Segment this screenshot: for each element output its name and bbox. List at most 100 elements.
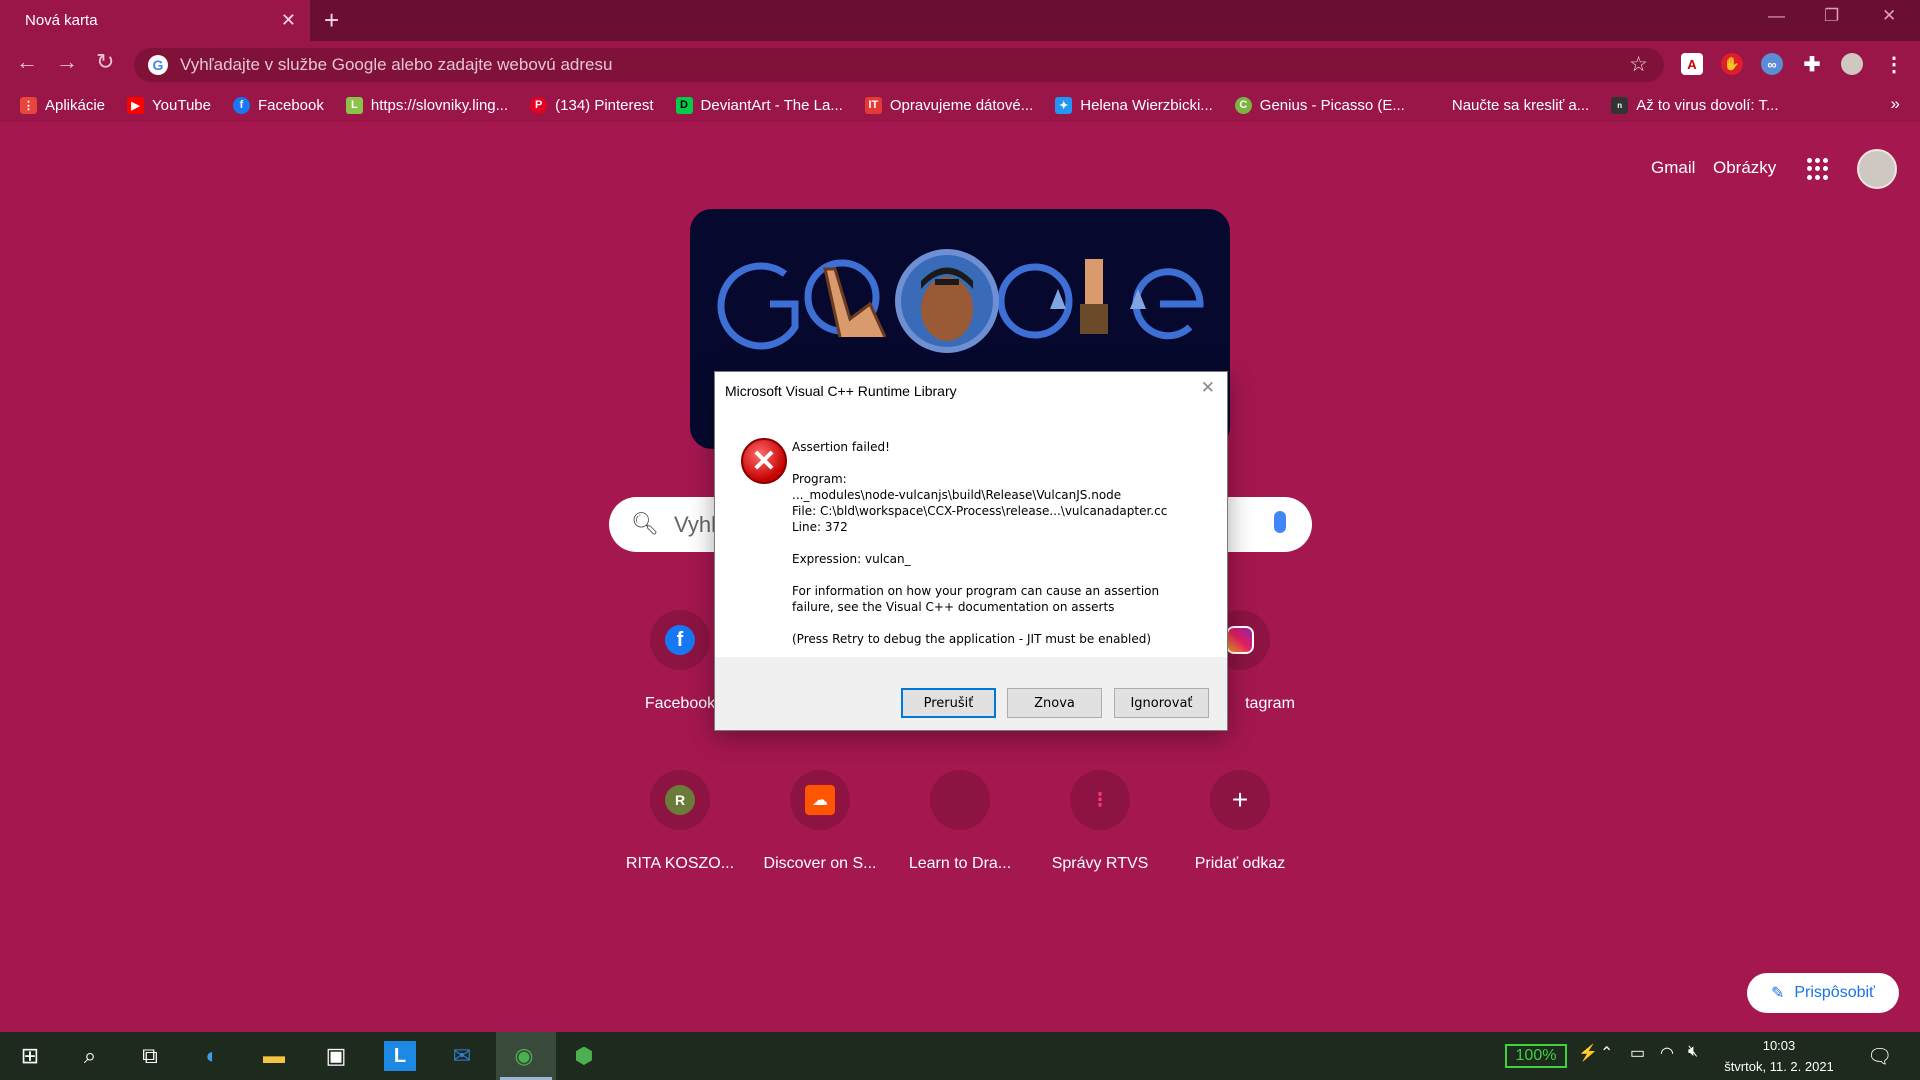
facebook-icon: f <box>232 96 250 114</box>
bookmark-naucte[interactable]: Naučte sa kresliť a... <box>1427 97 1589 114</box>
shortcut-label: RITA KOSZO... <box>625 855 735 872</box>
instagram-icon <box>1226 626 1254 654</box>
extension-acrobat-icon[interactable]: A <box>1681 53 1703 75</box>
clock-date: štvrtok, 11. 2. 2021 <box>1724 1059 1834 1074</box>
genius-icon: C <box>1234 96 1252 114</box>
file-explorer-icon[interactable]: ▬ <box>258 1041 290 1071</box>
bookmark-star-icon[interactable]: ☆ <box>1629 52 1648 77</box>
message-line: (Press Retry to debug the application - … <box>792 632 1152 646</box>
minimize-icon[interactable]: — <box>1768 6 1785 26</box>
apps-icon: ⋮ <box>20 96 37 114</box>
close-window-icon[interactable]: ✕ <box>1882 6 1896 26</box>
bookmark-opravujeme[interactable]: IT Opravujeme dátové... <box>864 96 1034 114</box>
dialog-close-icon[interactable]: ✕ <box>1201 378 1215 398</box>
bookmarks-more-icon[interactable]: » <box>1891 94 1900 114</box>
shortcut-label: Správy RTVS <box>1051 855 1149 872</box>
facebook-icon: f <box>665 625 695 655</box>
bookmark-label: Helena Wierzbicki... <box>1080 96 1213 114</box>
extension-adblock-icon[interactable]: ✋ <box>1721 53 1743 75</box>
shortcut-rita[interactable]: R RITA KOSZO... <box>610 770 750 873</box>
shortcut-tile: f <box>650 610 710 670</box>
search-icon: 🔍︎ <box>631 511 659 536</box>
abort-button[interactable]: Prerušiť <box>901 688 996 718</box>
clock-time: 10:03 <box>1762 1038 1796 1053</box>
slovniky-icon: L <box>345 96 363 114</box>
bookmark-label: Facebook <box>257 96 324 114</box>
task-view-icon[interactable]: ⧉ <box>134 1041 166 1071</box>
battery-icon[interactable]: ▭ <box>1630 1043 1645 1063</box>
store-icon[interactable]: ▣ <box>320 1041 352 1071</box>
address-bar[interactable]: G Vyhľadajte v službe Google alebo zadaj… <box>134 48 1664 82</box>
bookmark-label: YouTube <box>152 96 211 114</box>
nodejs-icon[interactable]: ⬢ <box>568 1041 600 1071</box>
profile-avatar-icon[interactable] <box>1841 53 1863 75</box>
assertion-dialog: Microsoft Visual C++ Runtime Library ✕ ✕… <box>714 371 1228 731</box>
deviantart-icon: D <box>675 96 693 114</box>
bookmarks-bar: ⋮ Aplikácie ▶ YouTube f Facebook L https… <box>0 88 1920 122</box>
bookmark-label: https://slovniky.ling... <box>370 96 509 114</box>
customize-button[interactable]: ✎ Prispôsobiť <box>1747 973 1899 1013</box>
ignore-button[interactable]: Ignorovať <box>1114 688 1209 718</box>
shortcut-add[interactable]: + Pridať odkaz <box>1170 770 1310 873</box>
images-link[interactable]: Obrázky <box>1713 158 1776 178</box>
extension-glasses-icon[interactable]: ∞ <box>1761 53 1783 75</box>
helena-icon: ✦ <box>1055 96 1073 114</box>
bookmark-label: (134) Pinterest <box>555 96 654 114</box>
shortcut-rtvs[interactable]: ⁝ Správy RTVS <box>1030 770 1170 873</box>
google-apps-icon[interactable] <box>1807 158 1829 180</box>
bookmark-slovniky[interactable]: L https://slovniky.ling... <box>345 96 509 114</box>
bookmark-virus[interactable]: n Až to virus dovolí: T... <box>1611 96 1778 114</box>
power-plug-icon[interactable]: ⚡ <box>1578 1043 1598 1063</box>
it-icon: IT <box>864 96 882 114</box>
shortcut-label: Discover on S... <box>763 855 877 872</box>
tab-new-tab[interactable]: Nová karta ✕ <box>0 0 310 41</box>
bookmark-label: Genius - Picasso (E... <box>1259 96 1405 114</box>
tab-title: Nová karta <box>25 12 98 29</box>
plus-icon: + <box>1231 784 1249 815</box>
battery-indicator[interactable]: 100% <box>1505 1044 1567 1068</box>
shortcut-tile <box>930 770 990 830</box>
bookmark-pinterest[interactable]: P (134) Pinterest <box>530 96 654 114</box>
bookmark-helena[interactable]: ✦ Helena Wierzbicki... <box>1055 96 1213 114</box>
shortcut-label: Pridať odkaz <box>1194 855 1286 872</box>
retry-button[interactable]: Znova <box>1007 688 1102 718</box>
bookmark-label: Opravujeme dátové... <box>889 96 1034 114</box>
reload-icon[interactable]: ↻ <box>96 49 114 75</box>
bookmark-deviantart[interactable]: D DeviantArt - The La... <box>675 96 843 114</box>
bookmark-facebook[interactable]: f Facebook <box>232 96 324 114</box>
microphone-icon[interactable] <box>1274 511 1286 533</box>
notification-center-icon[interactable]: 🗨︎ <box>1867 1044 1892 1069</box>
shortcut-soundcloud[interactable]: ☁ Discover on S... <box>750 770 890 873</box>
rtvs-icon: ⁝ <box>1096 787 1104 812</box>
back-icon[interactable]: ← <box>16 49 38 75</box>
message-line: failure, see the Visual C++ documentatio… <box>792 600 1115 614</box>
bookmark-genius[interactable]: C Genius - Picasso (E... <box>1234 96 1405 114</box>
extensions-puzzle-icon[interactable]: ✚ <box>1801 53 1823 76</box>
shortcut-label: Learn to Dra... <box>908 855 1012 872</box>
message-line: Program: <box>792 472 847 486</box>
lingea-icon[interactable]: L <box>384 1041 416 1071</box>
wifi-icon[interactable]: ◠ <box>1660 1043 1674 1063</box>
windows-start-icon[interactable]: ⊞ <box>14 1041 46 1071</box>
chrome-icon[interactable]: ◉ <box>508 1041 540 1071</box>
tab-strip: Nová karta ✕ + — ❐ ✕ <box>0 0 1920 41</box>
bookmark-apps[interactable]: ⋮ Aplikácie <box>20 96 105 114</box>
mail-icon[interactable]: ✉ <box>446 1041 478 1071</box>
forward-icon[interactable]: → <box>56 49 78 75</box>
new-tab-button[interactable]: + <box>324 5 339 36</box>
bookmark-youtube[interactable]: ▶ YouTube <box>127 96 211 114</box>
google-profile-avatar[interactable] <box>1857 149 1897 189</box>
gmail-link[interactable]: Gmail <box>1651 158 1695 178</box>
menu-kebab-icon[interactable]: ⋮ <box>1883 53 1905 76</box>
edge-icon[interactable]: ◐ <box>196 1041 228 1071</box>
system-clock[interactable]: 10:03 štvrtok, 11. 2. 2021 <box>1718 1035 1840 1077</box>
avatar-r-icon: R <box>665 785 695 815</box>
address-placeholder: Vyhľadajte v službe Google alebo zadajte… <box>180 55 613 74</box>
shortcut-learn-to-draw[interactable]: Learn to Dra... <box>890 770 1030 873</box>
search-icon[interactable]: ⌕ <box>74 1041 106 1071</box>
restore-icon[interactable]: ❐ <box>1824 6 1839 26</box>
message-line: File: C:\bld\workspace\CCX-Process\relea… <box>792 504 1168 518</box>
volume-muted-icon[interactable]: 🔇︎ <box>1688 1043 1698 1061</box>
tab-close-icon[interactable]: ✕ <box>281 10 296 31</box>
tray-chevron-up-icon[interactable]: ⌃ <box>1600 1043 1613 1063</box>
